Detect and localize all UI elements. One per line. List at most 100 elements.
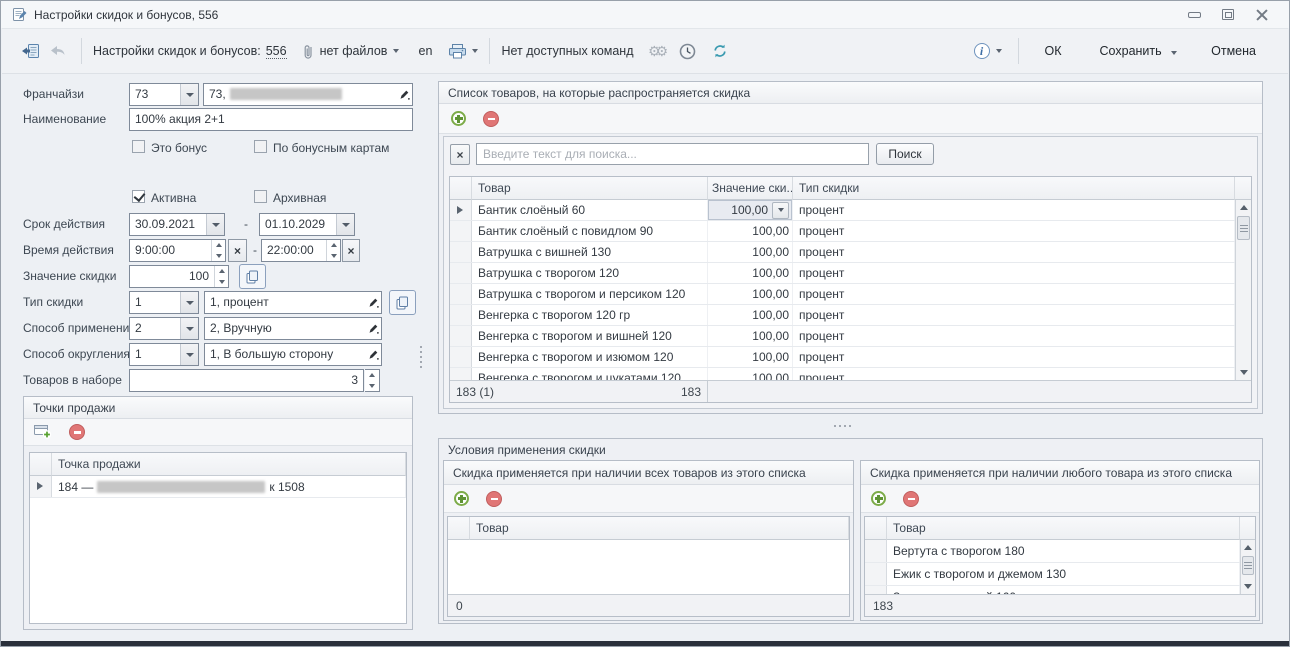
cancel-button[interactable]: Отмена: [1201, 40, 1266, 62]
period-to-datepicker[interactable]: 01.10.2029: [259, 213, 355, 236]
row-selector-cell[interactable]: [30, 476, 52, 497]
row-selector-cell[interactable]: [450, 326, 472, 346]
discount-value-cell[interactable]: 100,00: [708, 221, 793, 241]
horizontal-splitter-handle[interactable]: [834, 425, 851, 427]
set-count-field[interactable]: 3: [129, 369, 364, 392]
remove-sales-point-icon[interactable]: [69, 424, 85, 440]
row-selector-cell[interactable]: [450, 242, 472, 262]
restore-icon[interactable]: [1219, 7, 1237, 23]
row-selector-cell[interactable]: [450, 368, 472, 380]
history-icon[interactable]: [676, 38, 700, 64]
product-column-header[interactable]: Товар: [887, 517, 1240, 540]
condition-row[interactable]: Завиток с вишней 160: [865, 586, 1240, 594]
time-to-stepper[interactable]: [326, 240, 340, 261]
attachments-button[interactable]: нет файлов: [303, 38, 400, 64]
chevron-down-icon[interactable]: [180, 292, 198, 313]
row-selector-cell[interactable]: [450, 347, 472, 367]
remove-condition-any-icon[interactable]: [903, 491, 919, 507]
discount-value-cell[interactable]: 100,00: [708, 305, 793, 325]
chevron-down-icon[interactable]: [180, 344, 198, 365]
product-row[interactable]: Ватрушка с вишней 130 100,00 процент: [450, 242, 1235, 263]
franchisee-name-field[interactable]: 73,: [203, 83, 413, 106]
franchisee-code-combo[interactable]: 73: [129, 83, 199, 106]
product-row[interactable]: Венгерка с творогом и цукатами 120 100,0…: [450, 368, 1235, 380]
rounding-name-field[interactable]: 1, В большую сторону: [204, 343, 382, 366]
is-bonus-checkbox[interactable]: [132, 140, 145, 153]
refresh-icon[interactable]: [708, 38, 732, 64]
product-column-header[interactable]: Товар: [472, 177, 708, 200]
value-dropdown-icon[interactable]: [772, 202, 789, 219]
close-icon[interactable]: [1253, 7, 1271, 23]
row-selector-cell[interactable]: [450, 200, 472, 220]
row-selector-cell[interactable]: [450, 221, 472, 241]
chevron-down-icon[interactable]: [180, 84, 198, 105]
scroll-up-icon[interactable]: [1241, 540, 1255, 555]
bonus-cards-checkbox[interactable]: [254, 140, 267, 153]
active-checkbox[interactable]: [132, 190, 145, 203]
sales-point-row[interactable]: 184 —к 1508: [30, 476, 406, 498]
discount-value-cell[interactable]: 100,00: [708, 263, 793, 283]
save-button[interactable]: Сохранить: [1090, 40, 1188, 62]
vertical-scrollbar[interactable]: [1235, 200, 1251, 380]
discount-value-field[interactable]: 100: [129, 265, 229, 288]
time-from-stepper[interactable]: [211, 240, 225, 261]
add-product-icon[interactable]: [451, 111, 466, 126]
value-column-header[interactable]: Значение ски...: [708, 177, 793, 200]
product-row[interactable]: Венгерка с творогом и вишней 120 100,00 …: [450, 326, 1235, 347]
add-condition-all-icon[interactable]: [454, 491, 469, 506]
discount-type-combo[interactable]: 1: [129, 291, 199, 314]
archive-checkbox[interactable]: [254, 190, 267, 203]
period-from-datepicker[interactable]: 30.09.2021: [129, 213, 225, 236]
time-from-clear-icon[interactable]: ×: [228, 239, 247, 262]
discount-value-cell[interactable]: 100,00: [708, 347, 793, 367]
calendar-dropdown-icon[interactable]: [336, 214, 354, 235]
product-column-header[interactable]: Товар: [470, 517, 849, 540]
product-row[interactable]: Ватрушка с творогом 120 100,00 процент: [450, 263, 1235, 284]
copy-discount-type-button[interactable]: [389, 290, 416, 315]
row-selector-cell[interactable]: [450, 284, 472, 304]
search-input[interactable]: [476, 143, 869, 165]
product-row[interactable]: Венгерка с творогом и изюмом 120 100,00 …: [450, 347, 1235, 368]
scrollbar-thumb[interactable]: [1237, 216, 1250, 240]
back-icon[interactable]: [46, 38, 70, 64]
product-row[interactable]: Бантик слоёный 60 100,00 процент: [450, 200, 1235, 221]
row-selector-cell[interactable]: [450, 305, 472, 325]
discount-value-cell[interactable]: 100,00: [708, 326, 793, 346]
scroll-down-icon[interactable]: [1236, 365, 1251, 380]
edit-pencil-icon[interactable]: [365, 292, 381, 313]
product-row[interactable]: Венгерка с творогом 120 гр 100,00 процен…: [450, 305, 1235, 326]
sales-point-column-header[interactable]: Точка продажи: [52, 453, 406, 476]
condition-row[interactable]: Ежик с творогом и джемом 130: [865, 563, 1240, 586]
time-to-field[interactable]: 22:00:00: [261, 239, 341, 262]
remove-product-icon[interactable]: [483, 111, 499, 127]
time-from-field[interactable]: 9:00:00: [129, 239, 226, 262]
settings-gears-icon[interactable]: ⚙⚙: [644, 38, 668, 64]
edit-pencil-icon[interactable]: [365, 344, 381, 365]
chevron-down-icon[interactable]: [180, 318, 198, 339]
minimize-icon[interactable]: [1185, 7, 1203, 23]
type-column-header[interactable]: Тип скидки: [793, 177, 1235, 200]
row-selector-cell[interactable]: [450, 263, 472, 283]
time-to-clear-icon[interactable]: ×: [342, 239, 360, 262]
name-input[interactable]: 100% акция 2+1: [129, 108, 413, 131]
apply-method-combo[interactable]: 2: [129, 317, 199, 340]
scroll-down-icon[interactable]: [1241, 579, 1255, 594]
row-selector-cell[interactable]: [865, 563, 887, 585]
scroll-up-icon[interactable]: [1236, 200, 1251, 215]
rounding-combo[interactable]: 1: [129, 343, 199, 366]
edit-pencil-icon[interactable]: [396, 84, 412, 105]
remove-condition-all-icon[interactable]: [486, 491, 502, 507]
vertical-splitter-handle[interactable]: [420, 346, 422, 368]
add-condition-any-icon[interactable]: [871, 491, 886, 506]
discount-value-cell[interactable]: 100,00: [708, 368, 793, 380]
vertical-scrollbar[interactable]: [1240, 540, 1255, 594]
language-button[interactable]: en: [413, 38, 437, 64]
discount-value-cell[interactable]: 100,00: [708, 200, 793, 220]
discount-value-stepper[interactable]: [214, 266, 228, 287]
add-sales-point-icon[interactable]: [34, 425, 52, 439]
search-clear-icon[interactable]: ×: [450, 144, 470, 165]
discount-value-cell[interactable]: 100,00: [708, 284, 793, 304]
discount-type-name-field[interactable]: 1, процент: [204, 291, 382, 314]
search-button[interactable]: Поиск: [876, 143, 934, 165]
document-number-link[interactable]: 556: [266, 44, 287, 59]
